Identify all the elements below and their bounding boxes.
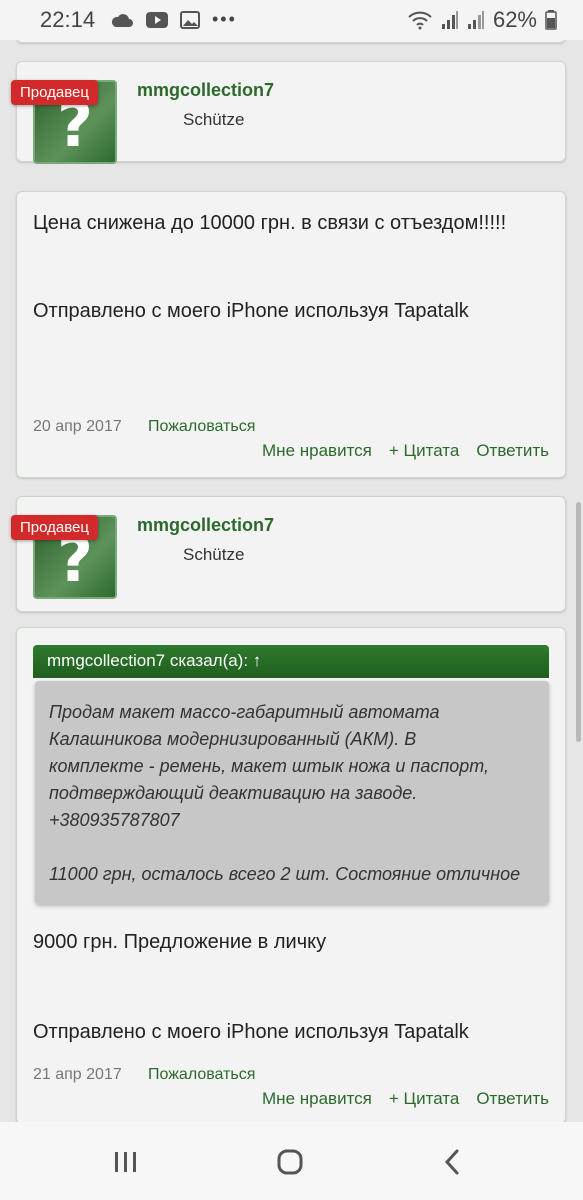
user-rank: Schütze <box>183 545 245 564</box>
seller-badge: Продавец <box>11 80 98 105</box>
previous-post-stub <box>16 40 566 43</box>
post-body-card: Цена снижена до 10000 грн. в связи с отъ… <box>16 191 566 478</box>
post-author-card: ? Продавец mmgcollection7 Schütze <box>11 496 566 612</box>
post-actions: Мне нравится + Цитата Ответить <box>262 441 549 461</box>
quote-line: 11000 грн, осталось всего 2 шт. Состояни… <box>49 864 521 884</box>
quote-line: Калашникова модернизированный (АКМ). В <box>49 729 417 749</box>
seller-badge: Продавец <box>11 515 98 540</box>
quote-line: подтверждающий деактивацию на заводе. <box>49 783 418 803</box>
status-right: 62% <box>407 7 557 33</box>
reply-button[interactable]: Ответить <box>476 1089 549 1109</box>
post-signature: Отправлено с моего iPhone используя Tapa… <box>33 300 469 322</box>
post-signature: Отправлено с моего iPhone используя Tapa… <box>33 1021 469 1043</box>
status-bar: 22:14 ••• 62% <box>0 0 583 40</box>
more-dots-icon: ••• <box>212 9 237 29</box>
home-button[interactable] <box>270 1144 310 1180</box>
wifi-icon <box>408 11 432 30</box>
quote-line <box>49 834 535 861</box>
quote-line: комплекте - ремень, макет штык ножа и па… <box>49 756 490 776</box>
report-link[interactable]: Пожаловаться <box>148 1066 255 1084</box>
youtube-icon <box>146 11 168 28</box>
post-actions: Мне нравится + Цитата Ответить <box>262 1089 549 1109</box>
signal-icon-2 <box>467 11 484 29</box>
post-author-card: ? Продавец mmgcollection7 Schütze <box>11 61 566 164</box>
quote-header[interactable]: mmgcollection7 сказал(а): ↑ <box>33 645 549 678</box>
quote-button[interactable]: + Цитата <box>389 1089 459 1109</box>
username-link[interactable]: mmgcollection7 <box>137 80 274 101</box>
quote-line: +380935787807 <box>49 810 180 830</box>
recent-apps-button[interactable] <box>106 1144 146 1180</box>
status-left-icons: ••• <box>110 9 237 30</box>
battery-percent: 62% <box>492 7 537 32</box>
signal-icon <box>441 11 458 29</box>
navigation-bar <box>0 1122 583 1200</box>
post-body-card: mmgcollection7 сказал(а): ↑ Продам макет… <box>16 627 566 1122</box>
user-rank: Schütze <box>183 110 245 129</box>
post-text: 9000 грн. Предложение в личку <box>33 931 327 953</box>
quote-line: Продам макет массо-габаритный автомата <box>49 702 440 722</box>
gallery-icon <box>180 10 200 29</box>
post-date[interactable]: 21 апр 2017 <box>33 1066 122 1084</box>
report-link[interactable]: Пожаловаться <box>148 418 255 436</box>
post-date[interactable]: 20 апр 2017 <box>33 418 122 436</box>
quote-body: Продам макет массо-габаритный автомата К… <box>35 681 549 904</box>
battery-icon <box>545 10 557 30</box>
like-button[interactable]: Мне нравится <box>262 1089 372 1109</box>
status-time: 22:14 <box>40 7 96 32</box>
back-button[interactable] <box>432 1144 472 1180</box>
post-text: Цена снижена до 10000 грн. в связи с отъ… <box>33 212 507 234</box>
quote-button[interactable]: + Цитата <box>389 441 459 461</box>
back-icon <box>444 1149 459 1175</box>
cloud-icon <box>111 13 133 27</box>
recent-apps-icon <box>115 1152 136 1172</box>
username-link[interactable]: mmgcollection7 <box>137 515 274 536</box>
scrollbar[interactable] <box>576 502 581 742</box>
like-button[interactable]: Мне нравится <box>262 441 372 461</box>
thread-content[interactable]: ? Продавец mmgcollection7 Schütze Цена с… <box>0 40 583 1122</box>
home-icon <box>277 1149 303 1175</box>
reply-button[interactable]: Ответить <box>476 441 549 461</box>
